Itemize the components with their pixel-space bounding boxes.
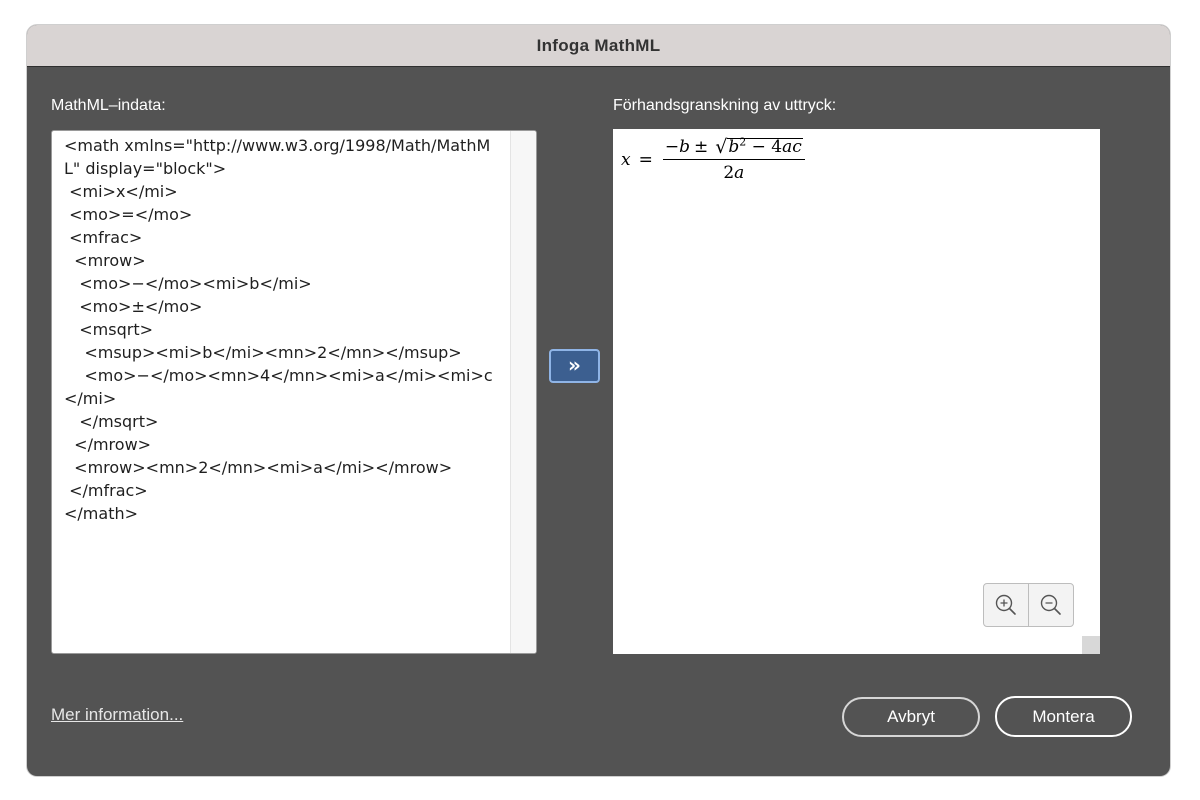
zoom-out-button[interactable] [1028,584,1073,626]
radicand-minus-four: − 4 [746,137,783,158]
cancel-button[interactable]: Avbryt [842,697,980,737]
radical-sign: √ [715,136,728,158]
double-chevron-right-icon: » [568,353,581,377]
radicand-c: c [792,137,802,158]
denominator-two: 2 [723,163,735,183]
dialog-title: Infoga MathML [536,35,661,55]
zoom-in-button[interactable] [984,584,1028,626]
zoom-in-icon [995,594,1016,615]
rendered-formula: x = − b ± √ b2 − 4ac 2a [621,137,805,183]
numerator-minus: − [664,137,680,157]
numerator-plus-minus: ± [693,137,709,157]
convert-to-preview-button[interactable]: » [549,349,600,383]
preview-label: Förhandsgranskning av uttryck: [613,97,837,114]
dialog-titlebar[interactable]: Infoga MathML [27,25,1170,67]
mathml-code-text[interactable]: <math xmlns="http://www.w3.org/1998/Math… [52,131,510,653]
expression-preview-panel: x = − b ± √ b2 − 4ac 2a [613,129,1100,654]
formula-numerator: − b ± √ b2 − 4ac [663,137,805,159]
radicand-a: a [782,137,793,158]
formula-denominator: 2a [723,160,744,183]
zoom-out-icon [1040,594,1061,615]
zoom-controls [983,583,1074,627]
mathml-input-label: MathML–indata: [51,97,166,114]
more-information-link[interactable]: Mer information... [51,705,183,725]
mathml-input-field[interactable]: <math xmlns="http://www.w3.org/1998/Math… [51,130,537,654]
formula-equals: = [638,150,653,170]
radicand: b2 − 4ac [727,137,803,158]
insert-mathml-dialog: Infoga MathML MathML–indata: Förhandsgra… [27,25,1170,776]
formula-lhs: x [621,150,631,170]
preview-resize-grip[interactable] [1082,636,1100,654]
square-root: √ b2 − 4ac [715,136,803,158]
numerator-b: b [679,137,690,157]
denominator-a: a [734,163,745,183]
radicand-b: b [728,137,740,158]
formula-fraction: − b ± √ b2 − 4ac 2a [662,137,805,183]
insert-button[interactable]: Montera [995,696,1132,737]
input-scrollbar[interactable] [510,131,536,653]
